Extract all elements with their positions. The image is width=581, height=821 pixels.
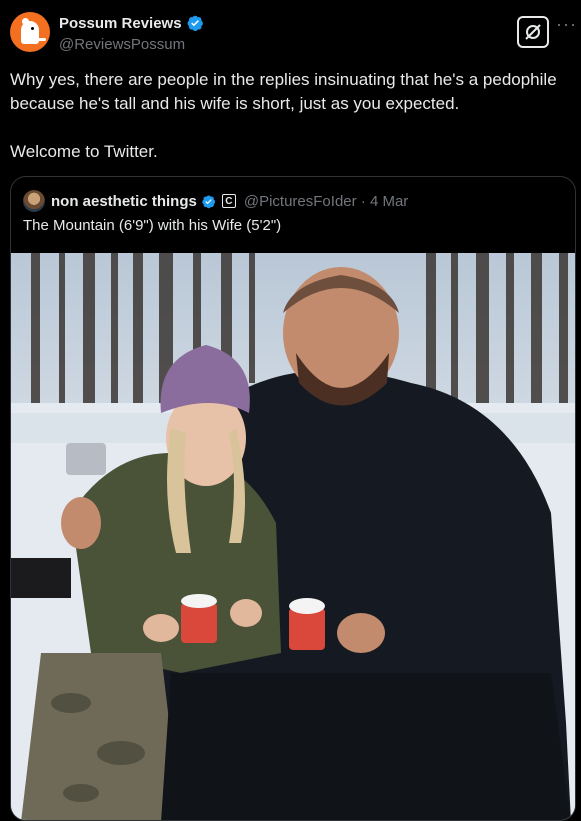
author-name-row[interactable]: Possum Reviews bbox=[59, 14, 204, 32]
more-icon[interactable]: ··· bbox=[556, 15, 576, 38]
quoted-tweet-header: non aesthetic things C @PicturesFoIder ·… bbox=[23, 190, 408, 212]
tweet-text-line-1: Why yes, there are people in the replies… bbox=[10, 70, 557, 113]
tweet-header: Possum Reviews @ReviewsPossum ··· bbox=[0, 0, 581, 64]
possum-avatar-icon[interactable] bbox=[10, 12, 50, 52]
author-handle[interactable]: @ReviewsPossum bbox=[59, 36, 185, 53]
photo-illustration bbox=[11, 253, 575, 820]
author-display-name[interactable]: Possum Reviews bbox=[59, 15, 182, 32]
quoted-tweet[interactable]: non aesthetic things C @PicturesFoIder ·… bbox=[10, 176, 576, 821]
verified-badge-icon bbox=[187, 15, 203, 32]
quoted-display-name[interactable]: non aesthetic things bbox=[51, 193, 197, 210]
grok-icon[interactable] bbox=[517, 16, 549, 48]
quoted-tweet-text: The Mountain (6'9") with his Wife (5'2") bbox=[23, 217, 282, 234]
tweet-text-line-2: Welcome to Twitter. bbox=[10, 142, 158, 161]
quoted-photo[interactable] bbox=[11, 253, 575, 820]
quoted-verified-badge-icon bbox=[202, 194, 215, 208]
quoted-avatar[interactable] bbox=[23, 190, 45, 212]
quoted-handle-time[interactable]: @PicturesFoIder · 4 Mar bbox=[244, 193, 408, 210]
tweet-body: Why yes, there are people in the replies… bbox=[10, 68, 570, 164]
grok-glyph-icon bbox=[525, 24, 541, 40]
affiliate-badge-icon: C bbox=[221, 194, 236, 208]
